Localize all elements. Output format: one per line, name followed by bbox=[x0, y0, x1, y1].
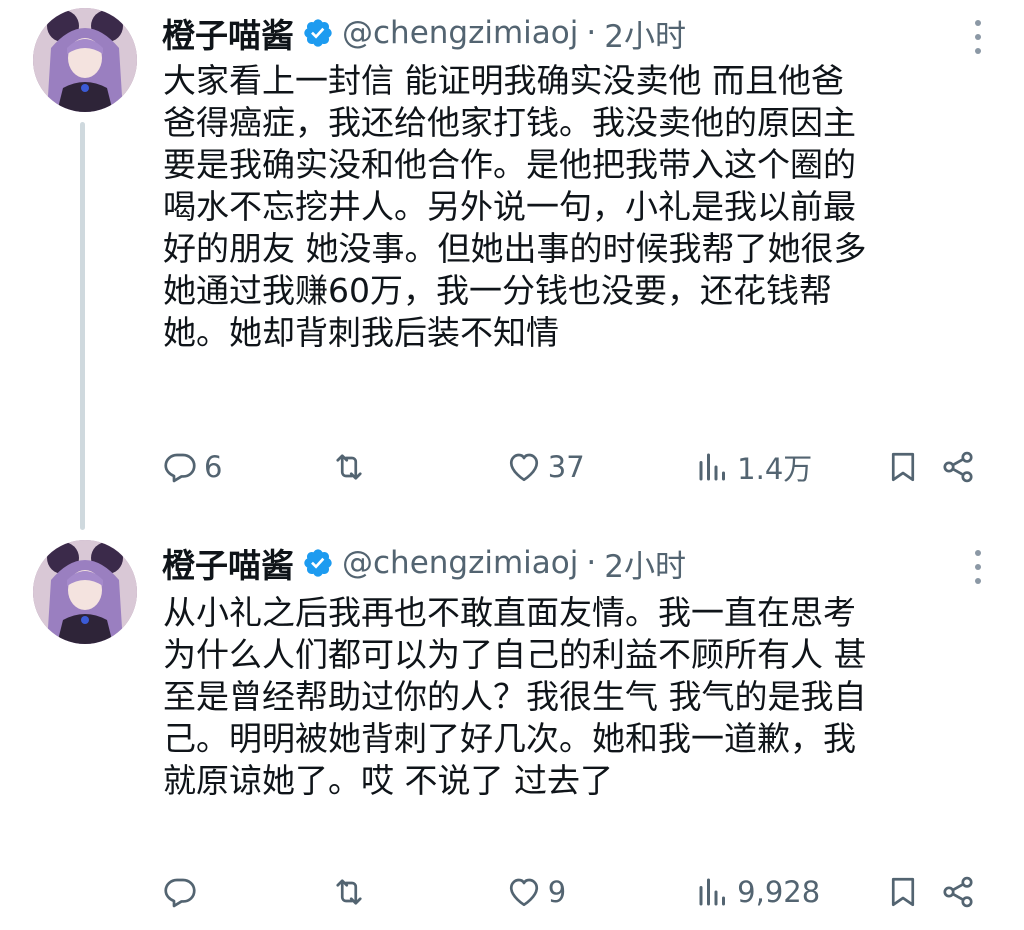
like-count: 37 bbox=[547, 450, 585, 484]
tweet-text: 大家看上一封信 能证明我确实没卖他 而且他爸 爸得癌症，我还给他家打钱。我没卖他… bbox=[163, 61, 867, 352]
more-icon[interactable] bbox=[972, 20, 984, 54]
bookmark-icon bbox=[891, 452, 914, 482]
retweet-button[interactable] bbox=[331, 449, 486, 485]
tweet-thread: 橙子喵酱 @chengzimiaoj · 2小时 大家看上一封信 能证明我确实没… bbox=[0, 0, 1024, 930]
views-count: 1.4万 bbox=[737, 452, 813, 486]
tweet-text: 从小礼之后我再也不敢直面友情。我一直在思考 为什么人们都可以为了自己的利益不顾所… bbox=[163, 593, 867, 800]
share-icon bbox=[943, 451, 973, 483]
timestamp[interactable]: 2小时 bbox=[604, 541, 686, 586]
separator-dot: · bbox=[586, 545, 597, 581]
retweet-icon bbox=[336, 454, 362, 480]
views-icon bbox=[699, 878, 726, 906]
verified-badge-icon bbox=[304, 549, 332, 577]
tweet-header: 橙子喵酱 @chengzimiaoj · 2小时 bbox=[162, 540, 686, 586]
like-icon bbox=[509, 878, 538, 907]
like-button[interactable]: 37 bbox=[506, 449, 676, 485]
views-button[interactable]: 1.4万 bbox=[695, 446, 865, 488]
reply-button[interactable]: 6 bbox=[162, 449, 312, 485]
share-icon bbox=[943, 876, 973, 908]
retweet-icon bbox=[336, 879, 362, 905]
like-button[interactable]: 9 bbox=[506, 874, 676, 910]
handle[interactable]: @chengzimiaoj bbox=[342, 15, 578, 51]
bookmark-button[interactable] bbox=[885, 874, 921, 910]
reply-button[interactable] bbox=[162, 874, 312, 910]
reply-icon bbox=[164, 453, 196, 483]
bookmark-button[interactable] bbox=[885, 449, 921, 485]
reply-count: 6 bbox=[204, 450, 223, 484]
timestamp[interactable]: 2小时 bbox=[604, 11, 686, 56]
views-icon bbox=[699, 453, 726, 481]
views-button[interactable]: 9,928 bbox=[695, 874, 865, 910]
avatar[interactable] bbox=[33, 540, 137, 644]
tweet[interactable]: 橙子喵酱 @chengzimiaoj · 2小时 从小礼之后我再也不敢直面友情。… bbox=[0, 530, 1024, 930]
views-count: 9,928 bbox=[737, 875, 821, 909]
tweet-header: 橙子喵酱 @chengzimiaoj · 2小时 bbox=[162, 10, 686, 56]
retweet-button[interactable] bbox=[331, 874, 486, 910]
handle[interactable]: @chengzimiaoj bbox=[342, 545, 578, 581]
tweet[interactable]: 橙子喵酱 @chengzimiaoj · 2小时 大家看上一封信 能证明我确实没… bbox=[0, 0, 1024, 530]
display-name[interactable]: 橙子喵酱 bbox=[162, 9, 294, 57]
share-button[interactable] bbox=[940, 449, 976, 485]
thread-line bbox=[80, 122, 85, 530]
tweet-actions: 9 9,928 bbox=[162, 870, 976, 914]
separator-dot: · bbox=[586, 15, 597, 51]
display-name[interactable]: 橙子喵酱 bbox=[162, 539, 294, 587]
like-count: 9 bbox=[547, 875, 567, 909]
bookmark-icon bbox=[891, 877, 914, 907]
reply-icon bbox=[164, 878, 196, 908]
avatar[interactable] bbox=[33, 8, 137, 112]
more-icon[interactable] bbox=[972, 550, 984, 584]
share-button[interactable] bbox=[940, 874, 976, 910]
verified-badge-icon bbox=[304, 19, 332, 47]
tweet-actions: 6 37 1.4万 bbox=[162, 445, 976, 489]
like-icon bbox=[509, 453, 538, 482]
